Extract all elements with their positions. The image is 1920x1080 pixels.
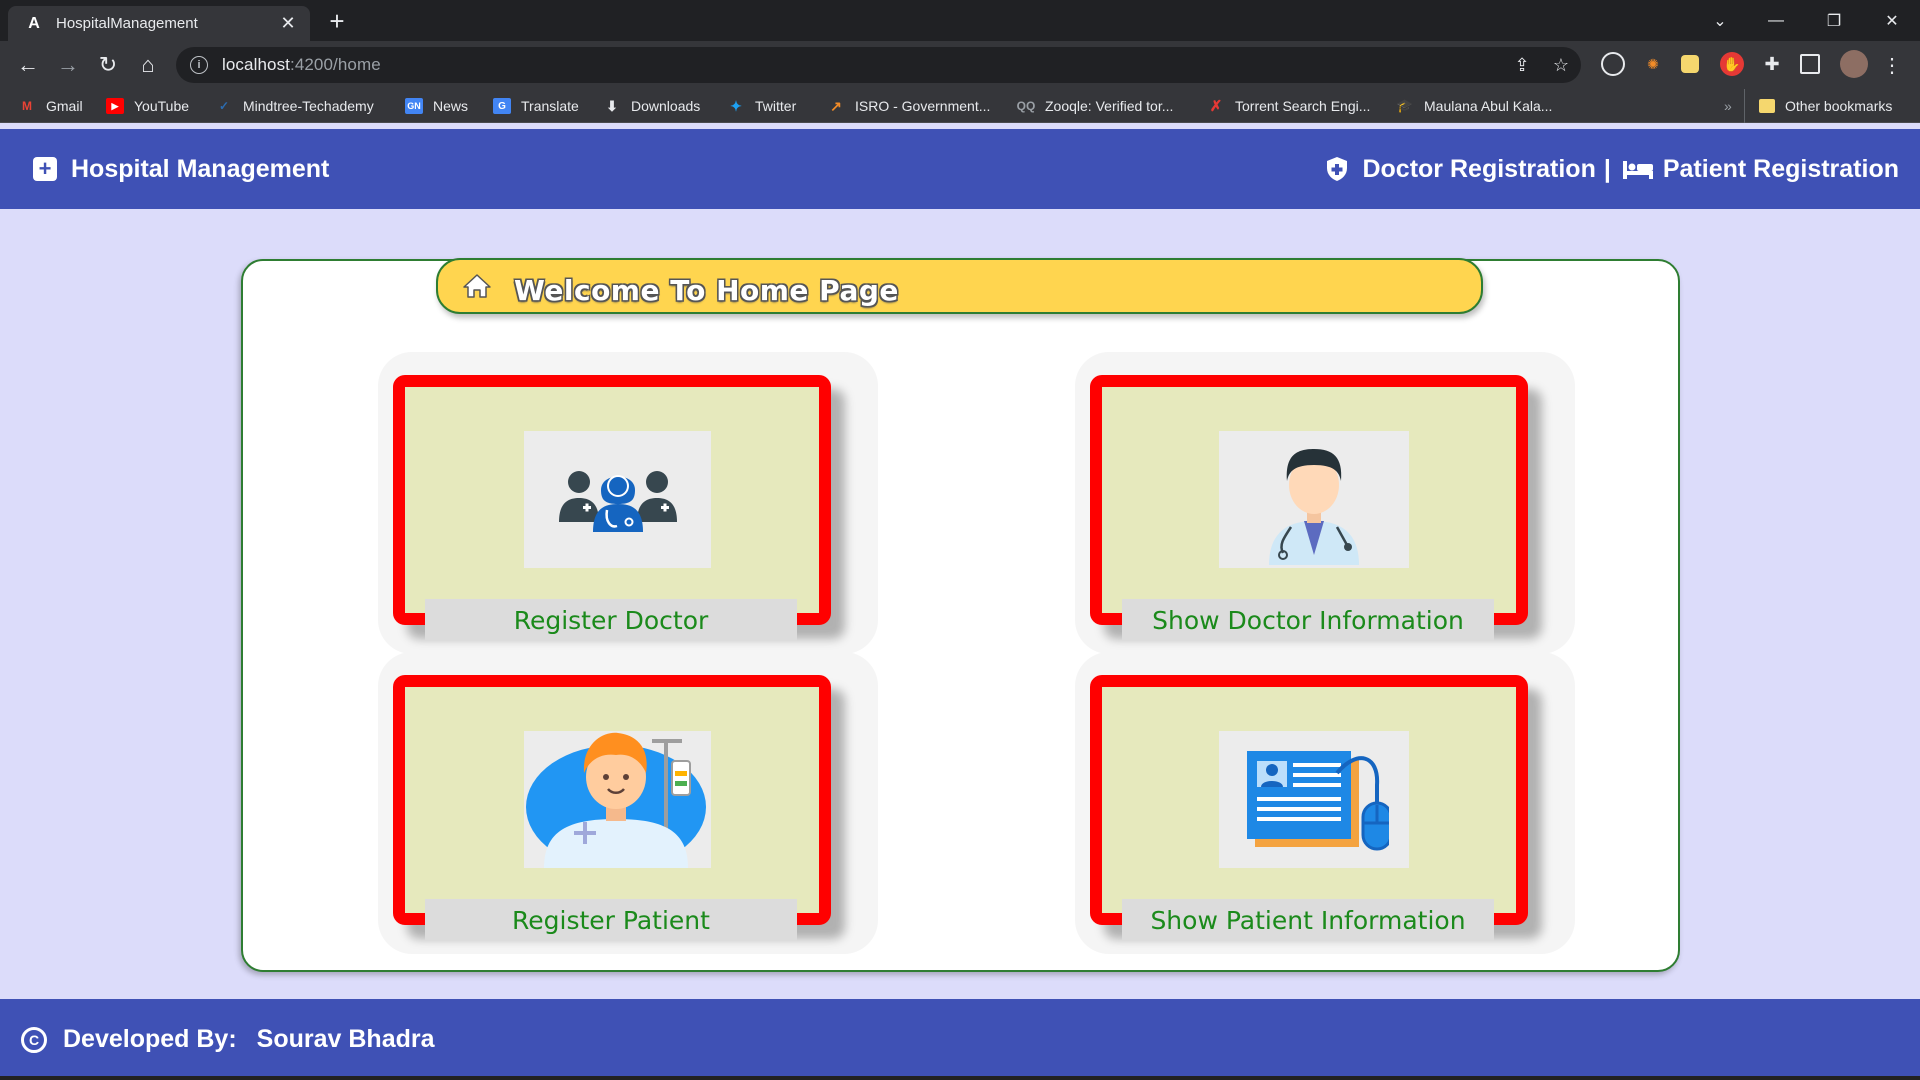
extensions-puzzle-icon[interactable]: ✚ [1760, 52, 1784, 76]
bookmark-maulana[interactable]: 🎓 Maulana Abul Kala... [1396, 89, 1553, 123]
app-footer: C Developed By: Sourav Bhadra [0, 999, 1920, 1080]
app-header: + Hospital Management Doctor Registratio… [0, 129, 1920, 209]
address-bar[interactable]: i localhost:4200/home [176, 47, 1581, 83]
show-doctor-info-card[interactable]: Show Doctor Information [1090, 375, 1528, 641]
doctor-icon [1219, 431, 1409, 568]
new-tab-button[interactable]: + [322, 6, 352, 36]
tab-search-icon[interactable]: ⌄ [1692, 0, 1748, 41]
patient-record-icon [1219, 731, 1409, 868]
angular-favicon-icon: A [28, 14, 40, 32]
torrent-icon: ✗ [1209, 98, 1223, 115]
close-tab-icon[interactable]: ✕ [278, 13, 298, 34]
gmail-icon: M [22, 99, 32, 113]
url-text: localhost:4200/home [222, 55, 381, 74]
reload-button[interactable]: ↻ [92, 49, 124, 81]
share-icon[interactable]: ⇪ [1508, 51, 1536, 79]
brand-title: Hospital Management [71, 154, 330, 183]
welcome-title: Welcome To Home Page [514, 273, 899, 307]
page-content: + Hospital Management Doctor Registratio… [0, 123, 1920, 1080]
copyright-icon: C [21, 1026, 47, 1053]
show-patient-info-card[interactable]: Show Patient Information [1090, 675, 1528, 941]
mindtree-icon: ✓ [218, 99, 230, 113]
bookmark-downloads[interactable]: ⬇ Downloads [603, 89, 700, 123]
welcome-banner: Welcome To Home Page [436, 258, 1483, 314]
bookmark-youtube[interactable]: ▶ YouTube [106, 89, 189, 123]
other-bookmarks[interactable]: Other bookmarks [1744, 89, 1892, 123]
home-icon [463, 274, 491, 298]
browser-toolbar: ← → ↻ ⌂ i localhost:4200/home ⇪ ☆ ✺ ✋ ✚ … [0, 41, 1920, 89]
extension-note-icon[interactable] [1681, 55, 1699, 73]
folder-icon [1759, 99, 1775, 113]
taskbar-edge [0, 1076, 1920, 1080]
google-news-icon: GN [405, 98, 423, 114]
bookmark-mindtree[interactable]: ✓ Mindtree-Techademy [215, 89, 374, 123]
shield-plus-icon [1327, 157, 1348, 181]
developed-by-label: Developed By: [63, 1025, 237, 1053]
bookmark-torrent[interactable]: ✗ Torrent Search Engi... [1207, 89, 1371, 123]
bookmark-twitter[interactable]: ✦ Twitter [727, 89, 796, 123]
bookmarks-bar: M Gmail ▶ YouTube ✓ Mindtree-Techademy GN Ne… [0, 89, 1920, 123]
graduation-cap-icon: 🎓 [1396, 98, 1414, 113]
patient-icon [524, 731, 711, 868]
register-doctor-card[interactable]: Register Doctor [393, 375, 831, 641]
register-patient-label[interactable]: Register Patient [425, 899, 797, 941]
browser-tab[interactable]: A HospitalManagement ✕ [8, 6, 310, 41]
extension-sync-icon[interactable] [1601, 52, 1625, 76]
register-doctor-label[interactable]: Register Doctor [425, 599, 797, 641]
nav-patient-registration[interactable]: Patient Registration [1663, 155, 1899, 184]
register-patient-card[interactable]: Register Patient [393, 675, 831, 941]
zooqle-icon: QQ [1016, 99, 1036, 113]
youtube-icon: ▶ [106, 98, 124, 114]
extension-adblock-icon[interactable]: ✋ [1720, 52, 1744, 76]
brand[interactable]: + Hospital Management [33, 129, 329, 209]
close-window-button[interactable]: ✕ [1864, 0, 1920, 41]
bookmark-overflow-icon[interactable]: » [1724, 89, 1732, 123]
profile-avatar[interactable] [1840, 50, 1868, 78]
translate-icon: G [493, 98, 511, 114]
forward-button[interactable]: → [52, 49, 84, 81]
minimize-button[interactable]: — [1748, 0, 1804, 41]
hospital-plus-icon: + [33, 157, 57, 181]
extension-cookie-icon[interactable]: ✺ [1641, 52, 1665, 76]
bookmark-news[interactable]: GN News [405, 89, 468, 123]
nav-doctor-registration[interactable]: Doctor Registration [1362, 155, 1595, 184]
restore-button[interactable]: ❐ [1806, 0, 1862, 41]
bookmark-star-icon[interactable]: ☆ [1547, 51, 1575, 79]
bookmark-translate[interactable]: G Translate [493, 89, 579, 123]
isro-icon: ↗ [830, 97, 842, 114]
bed-icon [1622, 161, 1653, 179]
site-info-icon[interactable]: i [190, 56, 208, 74]
menu-kebab-icon[interactable]: ⋮ [1878, 51, 1906, 79]
home-button[interactable]: ⌂ [132, 49, 164, 81]
tab-title: HospitalManagement [56, 15, 198, 32]
side-panel-icon[interactable] [1800, 54, 1820, 74]
browser-tab-strip: A HospitalManagement ✕ + ⌄ — ❐ ✕ [0, 0, 1920, 41]
doctors-group-icon [524, 431, 711, 568]
bookmark-isro[interactable]: ↗ ISRO - Government... [827, 89, 990, 123]
developer-name: Sourav Bhadra [256, 1025, 435, 1053]
show-patient-info-label[interactable]: Show Patient Information [1122, 899, 1494, 941]
show-doctor-info-label[interactable]: Show Doctor Information [1122, 599, 1494, 641]
twitter-icon: ✦ [730, 97, 742, 114]
bookmark-gmail[interactable]: M Gmail [18, 89, 83, 123]
header-nav: Doctor Registration | Patient Registrati… [1326, 129, 1899, 209]
download-icon: ⬇ [606, 97, 618, 114]
bookmark-zooqle[interactable]: QQ Zooqle: Verified tor... [1016, 89, 1174, 123]
nav-separator: | [1603, 154, 1611, 183]
back-button[interactable]: ← [12, 49, 44, 81]
